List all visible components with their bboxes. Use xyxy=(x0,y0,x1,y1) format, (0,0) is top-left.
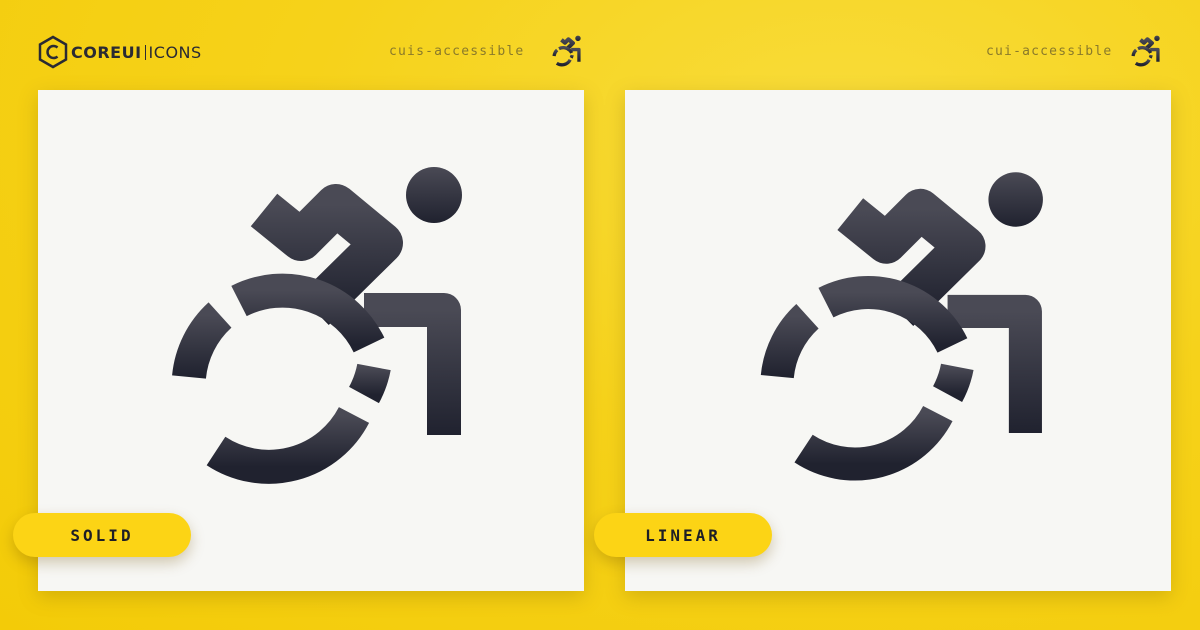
linear-icon-name: cui-accessible xyxy=(986,44,1113,59)
solid-label-pill[interactable]: SOLID xyxy=(13,513,191,557)
accessible-icon xyxy=(733,146,1059,506)
linear-label-pill[interactable]: LINEAR xyxy=(594,513,772,557)
logo-icons-text: ICONS xyxy=(148,42,202,62)
accessible-icon xyxy=(144,140,478,510)
logo-separator xyxy=(144,44,146,60)
coreui-hexagon-icon xyxy=(38,35,68,69)
logo-text: COREUI ICONS xyxy=(71,43,202,62)
logo-core-text: COREUI xyxy=(71,42,142,62)
solid-icon-name: cuis-accessible xyxy=(389,44,525,59)
accessible-icon xyxy=(549,33,583,69)
coreui-icons-logo[interactable]: COREUI ICONS xyxy=(37,35,202,69)
accessible-icon xyxy=(1128,33,1162,69)
